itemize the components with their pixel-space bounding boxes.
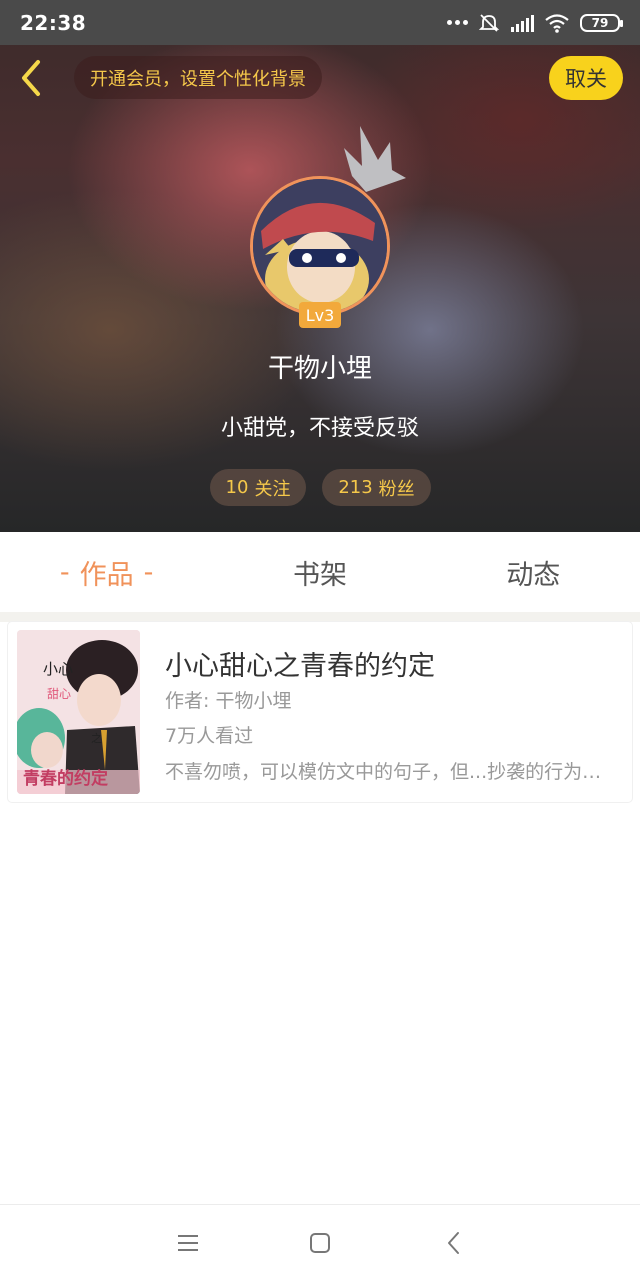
bell-muted-icon bbox=[478, 13, 500, 32]
username: 干物小埋 bbox=[267, 354, 372, 384]
section-divider bbox=[0, 612, 640, 622]
following-count[interactable]: 10 关注 bbox=[210, 469, 306, 506]
nav-back-icon[interactable] bbox=[440, 1229, 468, 1257]
work-title[interactable]: 小心甜心之青春的约定 bbox=[165, 644, 435, 683]
battery-indicator: 79 bbox=[580, 13, 623, 32]
status-time: 22:38 bbox=[20, 10, 87, 35]
following-number: 10 bbox=[225, 477, 249, 498]
unfollow-button[interactable]: 取关 bbox=[549, 56, 623, 100]
work-list-item[interactable]: 小心 甜心 之 青春的约定 小心甜心之青春的约定 作者: 干物小埋 7万人看过 … bbox=[8, 622, 632, 802]
book-cover-illustration: 小心 甜心 之 青春的约定 bbox=[17, 630, 140, 794]
menu-icon[interactable] bbox=[174, 1229, 202, 1257]
system-nav-bar bbox=[0, 1204, 640, 1280]
fans-label: 粉丝 bbox=[378, 478, 415, 500]
cover-text-2: 甜心 bbox=[47, 687, 71, 701]
wifi-icon bbox=[545, 13, 569, 33]
tab-activity[interactable]: 动态 bbox=[427, 532, 640, 612]
fans-number: 213 bbox=[338, 477, 373, 498]
profile-header: 22:38 79 开通会员，设置个性化背景 取关 Lv3 干物小埋 小甜党，不接… bbox=[0, 0, 640, 532]
more-dots-icon bbox=[447, 20, 468, 25]
back-arrow-icon[interactable] bbox=[16, 58, 46, 98]
work-views: 7万人看过 bbox=[165, 725, 254, 747]
tab-active-left-dash: - bbox=[59, 556, 70, 588]
avatar[interactable] bbox=[250, 176, 390, 316]
home-square-icon[interactable] bbox=[306, 1229, 334, 1257]
tab-label: 书架 bbox=[292, 559, 347, 591]
tab-active-right-dash: - bbox=[143, 556, 154, 588]
tab-label: 动态 bbox=[506, 559, 561, 591]
cover-text-3: 之 bbox=[91, 731, 102, 745]
cover-text-4: 青春的约定 bbox=[23, 768, 108, 789]
following-label: 关注 bbox=[254, 478, 291, 500]
user-bio: 小甜党，不接受反驳 bbox=[220, 416, 419, 441]
level-badge: Lv3 bbox=[299, 302, 341, 328]
status-bar: 22:38 79 bbox=[0, 0, 640, 45]
profile-tabs: - 作品 - 书架 动态 bbox=[0, 532, 640, 612]
work-author: 作者: 干物小埋 bbox=[165, 690, 292, 712]
tab-works[interactable]: - 作品 - bbox=[0, 532, 213, 612]
cover-text-1: 小心 bbox=[43, 660, 73, 678]
book-cover[interactable]: 小心 甜心 之 青春的约定 bbox=[17, 630, 140, 794]
vip-background-prompt[interactable]: 开通会员，设置个性化背景 bbox=[74, 56, 322, 99]
avatar-illustration bbox=[253, 179, 387, 313]
tab-label: 作品 bbox=[79, 559, 134, 591]
signal-icon bbox=[511, 14, 534, 32]
fans-count[interactable]: 213 粉丝 bbox=[322, 469, 431, 506]
work-description: 不喜勿喷，可以模仿文中的句子，但...抄袭的行为是不可以的哦 bbox=[165, 761, 620, 783]
tab-bookshelf[interactable]: 书架 bbox=[213, 532, 426, 612]
